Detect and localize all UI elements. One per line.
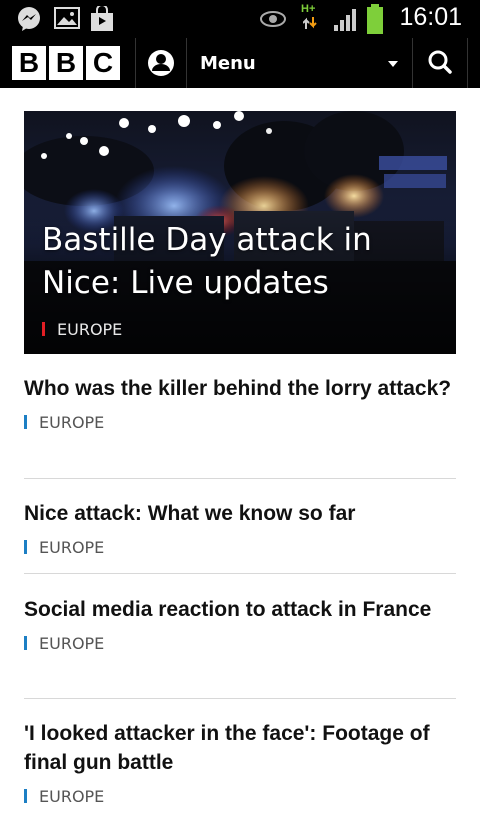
- image-icon: [54, 7, 80, 29]
- story-item[interactable]: Nice attack: What we know so far EUROPE: [24, 499, 456, 574]
- menu-label: Menu: [200, 53, 256, 74]
- logo-letter: B: [49, 46, 83, 80]
- site-header: B B C Menu: [0, 38, 480, 88]
- story-item[interactable]: Who was the killer behind the lorry atta…: [24, 374, 456, 479]
- section-text: EUROPE: [39, 413, 105, 432]
- data-arrows-icon: [303, 17, 317, 29]
- section-text: EUROPE: [39, 538, 105, 557]
- story-item[interactable]: Social media reaction to attack in Franc…: [24, 595, 456, 699]
- story-headline[interactable]: Who was the killer behind the lorry atta…: [24, 374, 456, 403]
- section-text: EUROPE: [39, 787, 105, 806]
- section-marker: [24, 636, 27, 650]
- section-marker: [24, 540, 27, 554]
- story-section-label[interactable]: EUROPE: [24, 787, 456, 806]
- story-section-label[interactable]: EUROPE: [24, 538, 456, 557]
- story-headline[interactable]: 'I looked attacker in the face': Footage…: [24, 719, 456, 777]
- story-section-label[interactable]: EUROPE: [24, 413, 456, 432]
- section-marker: [24, 415, 27, 429]
- section-text: EUROPE: [39, 634, 105, 653]
- logo-letter: B: [12, 46, 46, 80]
- logo-letter: C: [86, 46, 120, 80]
- status-clock: 16:01: [399, 3, 462, 31]
- section-marker: [24, 789, 27, 803]
- status-bar: H+ 16:01: [0, 0, 480, 38]
- shopping-bag-icon: [91, 6, 113, 31]
- eye-icon: [260, 11, 286, 27]
- hero-section-label[interactable]: EUROPE: [42, 320, 122, 339]
- battery-icon: [367, 4, 383, 34]
- messenger-icon: [18, 7, 40, 31]
- hero-story[interactable]: Bastille Day attack in Nice: Live update…: [24, 111, 456, 354]
- story-headline[interactable]: Nice attack: What we know so far: [24, 499, 456, 528]
- signal-icon: [334, 9, 356, 31]
- network-type-label: H+: [301, 3, 316, 15]
- bbc-logo[interactable]: B B C: [12, 46, 120, 80]
- story-headline[interactable]: Social media reaction to attack in Franc…: [24, 595, 456, 624]
- header-divider: [467, 38, 468, 88]
- section-marker: [42, 322, 45, 336]
- section-text: EUROPE: [57, 320, 123, 339]
- story-item[interactable]: 'I looked attacker in the face': Footage…: [24, 719, 456, 839]
- chevron-down-icon: [388, 61, 398, 67]
- menu-button[interactable]: Menu: [187, 38, 412, 88]
- story-section-label[interactable]: EUROPE: [24, 634, 456, 653]
- account-icon: [148, 50, 174, 76]
- account-button[interactable]: [136, 38, 186, 88]
- hero-headline[interactable]: Bastille Day attack in Nice: Live update…: [42, 219, 442, 305]
- search-button[interactable]: [413, 38, 467, 88]
- search-icon: [428, 50, 452, 74]
